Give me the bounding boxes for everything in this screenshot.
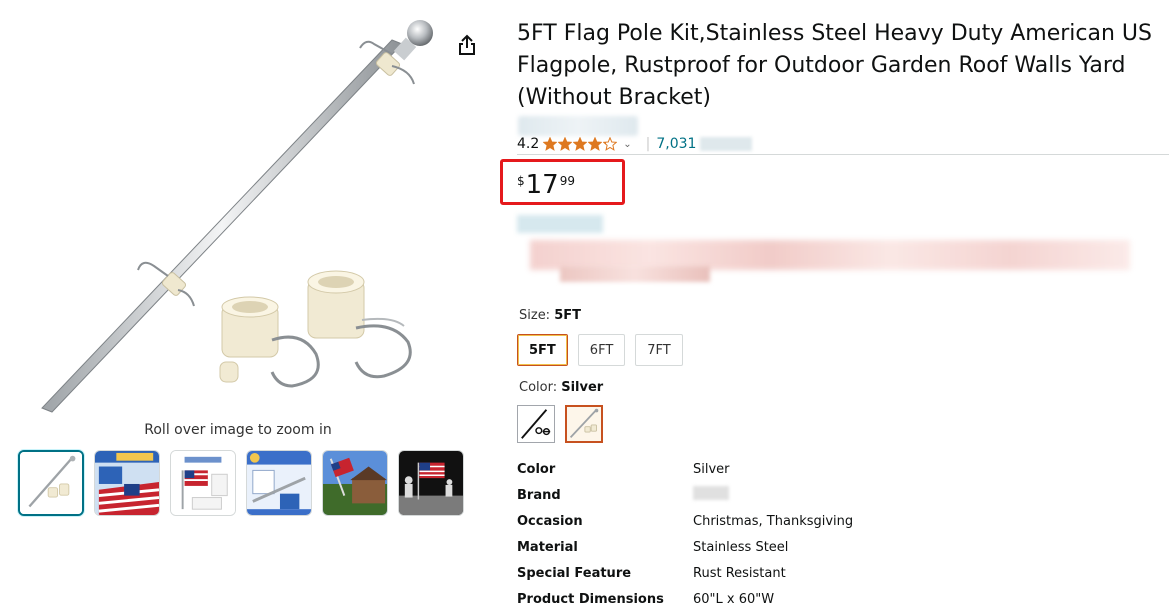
product-specs-table: Color Silver Brand Occasion Christmas, T… <box>517 456 853 611</box>
star-icon <box>558 137 573 151</box>
star-icon <box>543 137 558 151</box>
color-label-text: Color: <box>519 380 558 395</box>
rating-row: 4.2 ⌄ | 7,031 <box>517 134 753 154</box>
star-rating[interactable] <box>543 137 618 151</box>
thumbnail-kit-banner[interactable] <box>94 450 160 516</box>
price-symbol: $ <box>517 174 525 188</box>
price: $ 17 99 <box>517 170 575 200</box>
spec-row-color: Color Silver <box>517 456 853 482</box>
spec-key: Brand <box>517 487 561 503</box>
size-option-6ft[interactable]: 6FT <box>577 334 626 366</box>
separator: | <box>645 136 651 152</box>
thumbnail-strip <box>18 450 464 516</box>
thumbnail-parts-list[interactable] <box>246 450 312 516</box>
price-fraction: 99 <box>559 174 576 188</box>
product-title: 5FT Flag Pole Kit,Stainless Steel Heavy … <box>517 21 1152 110</box>
redacted-ratings-label <box>700 137 753 151</box>
spec-value-redacted <box>693 486 729 504</box>
spec-row-brand: Brand <box>517 482 853 508</box>
spec-value: Silver <box>693 461 730 477</box>
thumbnail-house-flag[interactable] <box>322 450 388 516</box>
size-option-5ft[interactable]: 5FT <box>517 334 568 366</box>
share-button[interactable] <box>450 28 484 62</box>
redacted-promo-link[interactable] <box>560 266 710 282</box>
size-label-text: Size: <box>519 308 551 323</box>
star-icon <box>588 137 603 151</box>
thumbnail-pole-kit[interactable] <box>18 450 84 516</box>
spec-key: Occasion <box>517 513 583 529</box>
spec-key: Material <box>517 539 578 555</box>
size-options: 5FT 6FT 7FT <box>517 334 683 366</box>
size-selected-value: 5FT <box>554 308 582 323</box>
color-swatch-silver[interactable] <box>565 405 603 443</box>
review-count-link[interactable]: 7,031 <box>656 136 696 152</box>
spec-row-occasion: Occasion Christmas, Thanksgiving <box>517 508 853 534</box>
size-option-7ft[interactable]: 7FT <box>635 334 683 366</box>
star-icon <box>573 137 588 151</box>
redacted-store-link <box>518 116 638 136</box>
thumbnail-moon-flag[interactable] <box>398 450 464 516</box>
thumbnail-flag-mount[interactable] <box>170 450 236 516</box>
spec-value: 60"L x 60"W <box>693 591 775 607</box>
spec-key: Product Dimensions <box>517 591 664 607</box>
spec-row-special-feature: Special Feature Rust Resistant <box>517 560 853 586</box>
color-swatches <box>517 405 603 443</box>
color-swatch-black[interactable] <box>517 405 555 443</box>
spec-row-product-dimensions: Product Dimensions 60"L x 60"W <box>517 586 853 611</box>
spec-value: Stainless Steel <box>693 539 789 555</box>
spec-value: Christmas, Thanksgiving <box>693 513 854 529</box>
color-label: Color: Silver <box>519 380 603 395</box>
spec-row-material: Material Stainless Steel <box>517 534 853 560</box>
main-product-image[interactable] <box>20 10 460 415</box>
spec-key: Special Feature <box>517 565 632 581</box>
spec-key: Color <box>517 461 556 477</box>
rating-value: 4.2 <box>517 136 540 152</box>
divider <box>517 154 1169 155</box>
size-label: Size: 5FT <box>519 308 581 323</box>
color-selected-value: Silver <box>561 380 604 395</box>
chevron-down-icon[interactable]: ⌄ <box>623 139 631 150</box>
price-whole: 17 <box>525 170 559 200</box>
zoom-hint: Roll over image to zoom in <box>144 422 332 438</box>
redacted-badge <box>517 215 603 233</box>
share-icon <box>459 34 475 55</box>
spec-value: Rust Resistant <box>693 565 786 581</box>
star-icon <box>603 137 618 151</box>
